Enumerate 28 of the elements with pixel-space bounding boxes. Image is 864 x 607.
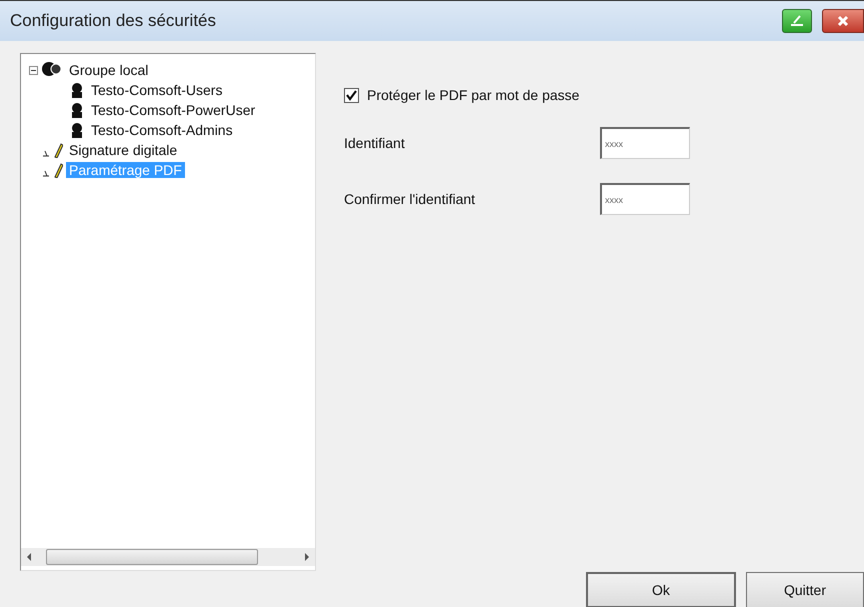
input-field[interactable]: xxxx <box>600 127 690 159</box>
person-icon <box>69 82 85 98</box>
horizontal-scrollbar[interactable] <box>21 548 315 566</box>
person-icon <box>69 122 85 138</box>
left-arrow-icon[interactable] <box>25 552 33 562</box>
right-arrow-icon[interactable] <box>303 552 311 562</box>
field-label: Confirmer l'identifiant <box>344 191 476 207</box>
checkbox[interactable] <box>344 88 359 102</box>
collapse-toggle-icon[interactable] <box>29 66 38 74</box>
input-field[interactable]: xxxx <box>600 183 690 215</box>
people-icon <box>41 61 63 79</box>
close-button[interactable] <box>822 9 864 33</box>
tree-item[interactable]: Testo-Comsoft-PowerUser <box>88 102 258 118</box>
pencil-icon <box>41 142 63 158</box>
dialog-button[interactable]: Ok <box>586 572 736 607</box>
close-icon <box>837 15 849 27</box>
window-title: Configuration des sécurités <box>10 11 216 31</box>
dialog-button[interactable]: Quitter <box>746 572 864 607</box>
pencil-icon <box>41 162 63 178</box>
person-icon <box>69 102 85 118</box>
field-label: Identifiant <box>344 135 406 151</box>
checkbox-label: Protéger le PDF par mot de passe <box>367 87 580 103</box>
pencil-line-icon <box>789 14 805 28</box>
minimize-button[interactable] <box>782 9 812 33</box>
tree-item[interactable]: Groupe local <box>66 62 152 78</box>
tree-item[interactable]: Signature digitale <box>66 142 180 158</box>
tree-item[interactable]: Testo-Comsoft-Admins <box>88 122 236 138</box>
tree-item[interactable]: Testo-Comsoft-Users <box>88 82 226 98</box>
